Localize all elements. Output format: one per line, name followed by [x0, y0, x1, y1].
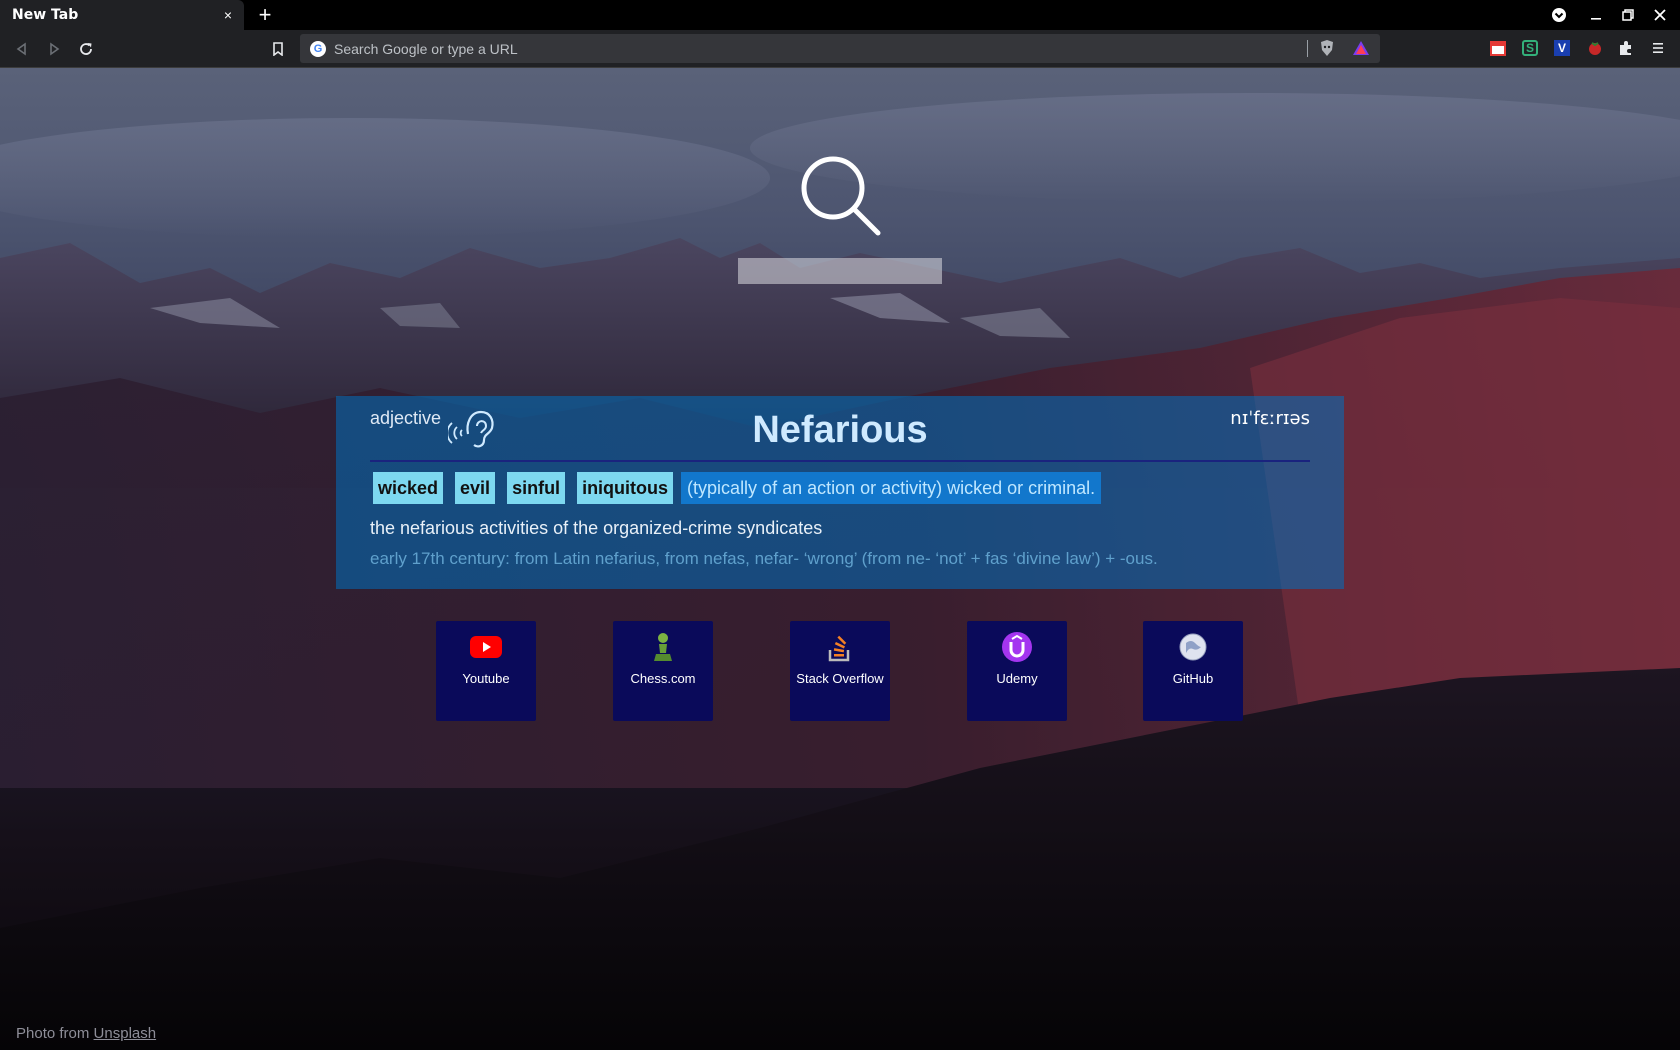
- globe-icon: [1177, 631, 1209, 663]
- google-icon: G: [310, 41, 326, 57]
- menu-icon[interactable]: [1649, 39, 1667, 57]
- brave-shield-icon[interactable]: [1318, 39, 1336, 57]
- brave-rewards-icon[interactable]: [1352, 39, 1370, 57]
- search-input[interactable]: [738, 258, 942, 284]
- tab-strip: New Tab × +: [0, 0, 1680, 30]
- profile-menu-icon[interactable]: [1548, 5, 1570, 25]
- bookmark-icon[interactable]: [267, 38, 289, 60]
- photo-credit-prefix: Photo from: [16, 1025, 94, 1042]
- shortcut-udemy[interactable]: Udemy: [967, 621, 1067, 721]
- shortcut-github[interactable]: GitHub: [1143, 621, 1243, 721]
- omnibox-separator: [1307, 40, 1308, 57]
- word-of-the-day-card: adjective Nefarious nɪˈfɛːrɪəs wicked ev…: [336, 396, 1344, 589]
- shortcut-label: GitHub: [1172, 671, 1214, 686]
- definition: (typically of an action or activity) wic…: [681, 472, 1102, 504]
- card-divider: [370, 460, 1310, 462]
- etymology: early 17th century: from Latin nefarius,…: [370, 549, 1158, 568]
- restore-icon[interactable]: [1617, 5, 1639, 25]
- synonym-chip[interactable]: sinful: [507, 472, 566, 504]
- synonym-chip[interactable]: iniquitous: [577, 472, 674, 504]
- toolbar: G 16 S V: [0, 30, 1680, 88]
- close-window-icon[interactable]: [1649, 5, 1671, 25]
- address-input[interactable]: [334, 38, 1294, 59]
- word-title: Nefarious: [752, 409, 928, 451]
- photo-credit: Photo from Unsplash: [16, 1025, 156, 1042]
- synonym-chip[interactable]: evil: [455, 472, 496, 504]
- shortcut-stack-overflow[interactable]: Stack Overflow: [790, 621, 890, 721]
- v-extension-icon[interactable]: V: [1553, 39, 1571, 57]
- tomato-extension-icon[interactable]: [1586, 39, 1604, 57]
- stackoverflow-icon: [824, 631, 856, 663]
- s-extension-letter: S: [1522, 40, 1538, 56]
- shortcut-label: Chess.com: [630, 671, 696, 686]
- phonetic-spelling: nɪˈfɛːrɪəs: [1230, 408, 1310, 429]
- tab-close-icon[interactable]: ×: [220, 7, 236, 23]
- udemy-icon: [1001, 631, 1033, 663]
- omnibox[interactable]: G: [300, 34, 1380, 63]
- shortcut-label: Youtube: [462, 671, 510, 686]
- shortcut-chess[interactable]: Chess.com: [613, 621, 713, 721]
- new-tab-button[interactable]: +: [254, 4, 276, 26]
- shortcut-youtube[interactable]: Youtube: [436, 621, 536, 721]
- chess-pawn-icon: [647, 631, 679, 663]
- back-icon[interactable]: [11, 38, 33, 60]
- tab-title: New Tab: [12, 7, 79, 23]
- forward-icon[interactable]: [43, 38, 65, 60]
- minimize-icon[interactable]: [1585, 5, 1607, 25]
- example-sentence: the nefarious activities of the organize…: [370, 518, 823, 538]
- search-icon[interactable]: [797, 152, 883, 238]
- youtube-icon: [470, 631, 502, 663]
- synonym-row: wicked evil sinful iniquitous (typically…: [373, 472, 1102, 504]
- shortcut-label: Udemy: [996, 671, 1038, 686]
- calendar-extension-icon[interactable]: [1489, 39, 1507, 57]
- v-extension-letter: V: [1554, 40, 1570, 56]
- s-extension-icon[interactable]: S: [1521, 39, 1539, 57]
- shortcut-label: Stack Overflow: [796, 671, 884, 686]
- unsplash-link[interactable]: Unsplash: [94, 1025, 157, 1042]
- tab-new-tab[interactable]: New Tab ×: [0, 0, 244, 30]
- reload-icon[interactable]: [75, 38, 97, 60]
- synonym-chip[interactable]: wicked: [373, 472, 444, 504]
- extensions-puzzle-icon[interactable]: [1617, 39, 1635, 57]
